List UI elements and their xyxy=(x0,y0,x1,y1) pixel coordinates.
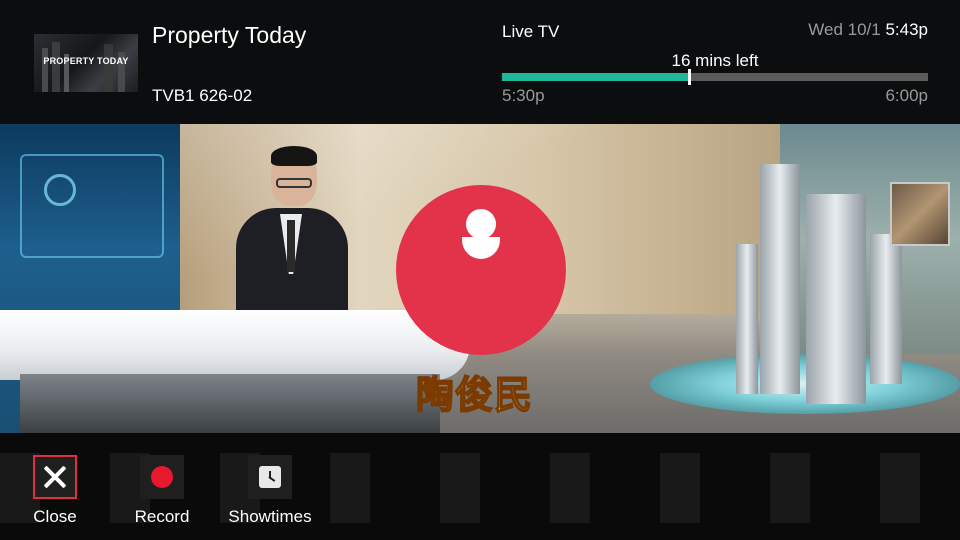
program-thumbnail: PROPERTY TODAY xyxy=(34,34,138,92)
model-building xyxy=(760,164,800,394)
current-date: Wed 10/1 xyxy=(808,20,881,39)
loading-logo-icon xyxy=(396,185,566,355)
thumbnail-title-text: PROPERTY TODAY xyxy=(43,56,129,66)
progress-fill xyxy=(502,73,690,81)
program-progress-bar xyxy=(502,69,928,85)
close-button[interactable]: Close xyxy=(10,455,100,527)
anchor-desk xyxy=(0,310,470,380)
showtimes-button-box[interactable] xyxy=(248,455,292,499)
program-start-time: 5:30p xyxy=(502,86,545,105)
clock-readout: Wed 10/1 5:43p xyxy=(808,20,928,40)
logo-eye xyxy=(466,209,496,239)
progress-playhead xyxy=(688,69,692,85)
video-player[interactable]: 陶俊民 xyxy=(0,124,960,433)
logo-smile xyxy=(462,237,500,259)
action-bar: Close Record Showtimes xyxy=(0,433,960,540)
model-building xyxy=(806,194,866,404)
model-building xyxy=(736,244,758,394)
showtimes-label: Showtimes xyxy=(228,507,312,526)
model-building xyxy=(870,234,902,384)
channel-label: TVB1 626-02 xyxy=(152,86,253,105)
clock-icon xyxy=(259,466,281,488)
picture-inset xyxy=(890,182,950,246)
record-label: Record xyxy=(134,507,190,526)
model-platform xyxy=(650,354,960,414)
close-label: Close xyxy=(33,507,77,526)
record-icon xyxy=(151,466,173,488)
live-tv-label: Live TV xyxy=(502,22,560,41)
close-icon xyxy=(43,465,67,489)
anchor-tie xyxy=(287,220,295,272)
time-remaining: 16 mins left xyxy=(671,51,759,70)
program-info-bar: PROPERTY TODAY Property Today TVB1 626-0… xyxy=(0,0,960,124)
record-button[interactable]: Record xyxy=(117,455,207,527)
anchor-hair xyxy=(271,146,317,166)
program-end-time: 6:00p xyxy=(885,86,928,105)
anchor-name-caption: 陶俊民 xyxy=(415,372,534,418)
desk-base xyxy=(20,374,440,433)
anchor-glasses xyxy=(276,178,312,188)
showtimes-button[interactable]: Showtimes xyxy=(225,455,315,527)
close-button-box[interactable] xyxy=(33,455,77,499)
current-time: 5:43p xyxy=(885,20,928,39)
program-title: Property Today xyxy=(152,22,307,48)
record-button-box[interactable] xyxy=(140,455,184,499)
